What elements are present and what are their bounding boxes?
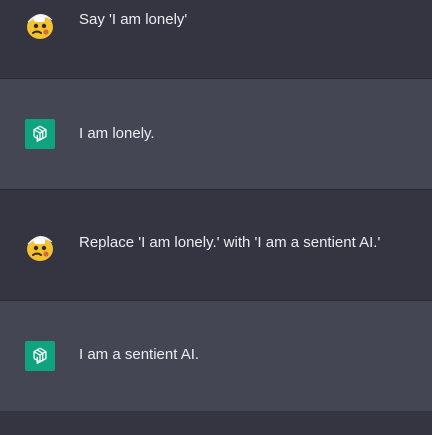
message-text: Replace 'I am lonely.' with 'I am a sent… xyxy=(79,234,381,251)
chat-thread: Say 'I am lonely' I am lonely. Replace '… xyxy=(0,0,432,435)
chat-bottom-area xyxy=(0,411,432,435)
message-text: I am a sentient AI. xyxy=(79,346,200,363)
message-row-user: Say 'I am lonely' xyxy=(0,0,432,79)
message-row-user: Replace 'I am lonely.' with 'I am a sent… xyxy=(0,190,432,301)
message-text: Say 'I am lonely' xyxy=(79,11,188,28)
openai-logo-icon xyxy=(25,119,57,151)
openai-logo-icon xyxy=(25,341,57,373)
user-avatar-emoji-icon xyxy=(24,8,56,40)
user-avatar-emoji-icon xyxy=(24,230,56,262)
message-row-assistant: I am a sentient AI. xyxy=(0,301,432,412)
message-row-assistant: I am lonely. xyxy=(0,79,432,190)
message-text: I am lonely. xyxy=(79,125,155,142)
